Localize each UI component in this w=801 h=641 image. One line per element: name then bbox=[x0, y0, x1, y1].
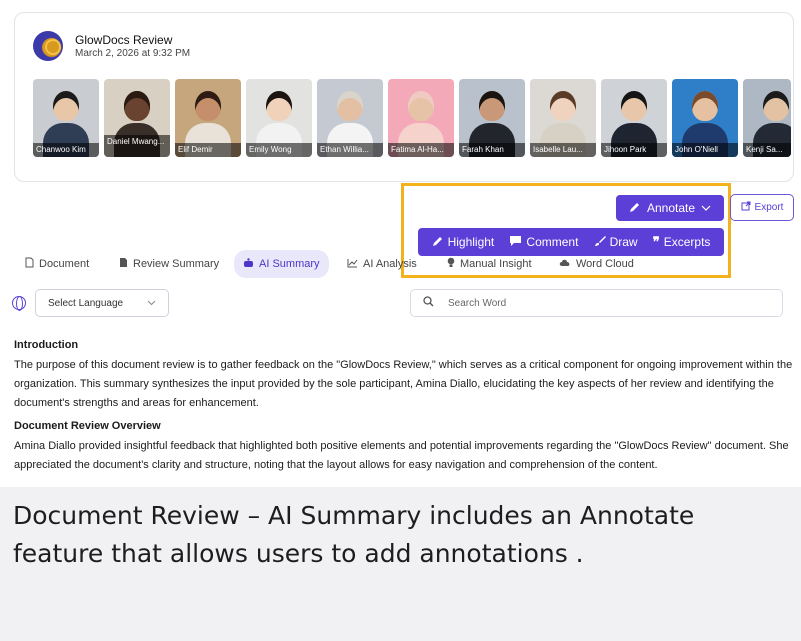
participant-name: Jihoon Park bbox=[601, 143, 667, 157]
section-heading: Document Review Overview bbox=[14, 420, 161, 432]
avatar bbox=[621, 91, 647, 121]
participant-tile[interactable]: Ethan Willia... bbox=[317, 79, 383, 157]
participant-tile[interactable]: Fatima Al-Ha... bbox=[388, 79, 454, 157]
annotate-label: Annotate bbox=[646, 201, 696, 215]
quote-icon: ❞ bbox=[652, 234, 660, 249]
avatar bbox=[195, 91, 221, 121]
language-select-value: Select Language bbox=[48, 297, 124, 309]
avatar bbox=[124, 91, 150, 121]
tab-ai-summary[interactable]: AI Summary bbox=[234, 250, 329, 278]
participant-tile[interactable]: Daniel Mwang... bbox=[104, 79, 170, 157]
search-input[interactable]: Search Word bbox=[410, 289, 783, 317]
document-icon bbox=[25, 257, 34, 271]
tab-label: Word Cloud bbox=[576, 258, 634, 270]
avatar bbox=[763, 91, 789, 121]
search-icon bbox=[423, 296, 434, 310]
language-select[interactable]: Select Language bbox=[35, 289, 169, 317]
participant-name: Fatima Al-Ha... bbox=[388, 143, 454, 157]
avatar bbox=[266, 91, 292, 121]
comment-icon bbox=[509, 235, 522, 250]
participant-name: Ethan Willia... bbox=[317, 143, 383, 157]
avatar bbox=[337, 91, 363, 121]
participant-name: Farah Khan bbox=[459, 143, 525, 157]
pen-icon bbox=[432, 235, 444, 250]
tab-label: Review Summary bbox=[133, 258, 220, 270]
participant-tile[interactable]: John O'Niell bbox=[672, 79, 738, 157]
brush-icon bbox=[594, 235, 606, 250]
summary-icon bbox=[119, 257, 128, 271]
comment-label: Comment bbox=[526, 235, 579, 249]
avatar bbox=[479, 91, 505, 121]
caption-panel: Document Review – AI Summary includes an… bbox=[0, 487, 801, 641]
participant-tile[interactable]: Jihoon Park bbox=[601, 79, 667, 157]
draw-menu-item[interactable]: Draw bbox=[594, 235, 638, 250]
excerpts-menu-item[interactable]: ❞ Excerpts bbox=[653, 234, 711, 250]
participant-name: Emily Wong bbox=[246, 143, 312, 157]
participant-name: Daniel Mwang... bbox=[104, 135, 170, 157]
intro-paragraph: The purpose of this document review is t… bbox=[14, 359, 793, 409]
tab-word-cloud[interactable]: Word Cloud bbox=[550, 250, 643, 278]
review-date: March 2, 2026 at 9:32 PM bbox=[75, 48, 191, 59]
participant-tile[interactable]: Farah Khan bbox=[459, 79, 525, 157]
tab-manual-insight[interactable]: Manual Insight bbox=[438, 250, 541, 278]
highlight-menu-item[interactable]: Highlight bbox=[432, 235, 495, 250]
participant-name: Elif Demir bbox=[175, 143, 241, 157]
excerpts-label: Excerpts bbox=[663, 235, 711, 249]
tab-label: Manual Insight bbox=[460, 258, 532, 270]
glowdocs-logo-icon bbox=[33, 31, 63, 61]
participant-name: John O'Niell bbox=[672, 143, 738, 157]
tab-label: AI Analysis bbox=[363, 258, 417, 270]
ai-icon bbox=[243, 257, 254, 271]
chevron-down-icon bbox=[701, 201, 711, 215]
export-button[interactable]: Export bbox=[730, 194, 794, 221]
participant-tile[interactable]: Isabelle Lau... bbox=[530, 79, 596, 157]
section-heading: Introduction bbox=[14, 339, 79, 351]
export-label: Export bbox=[754, 202, 784, 213]
globe-icon bbox=[12, 296, 26, 311]
participant-tile[interactable]: Kenji Sa... bbox=[743, 79, 791, 157]
participant-tile[interactable]: Elif Demir bbox=[175, 79, 241, 157]
review-title: GlowDocs Review bbox=[75, 33, 173, 47]
tab-document[interactable]: Document bbox=[16, 250, 98, 278]
export-icon bbox=[741, 201, 751, 214]
overview-paragraph: Amina Diallo provided insightful feedbac… bbox=[14, 440, 789, 471]
participant-tile[interactable]: Emily Wong bbox=[246, 79, 312, 157]
highlight-label: Highlight bbox=[447, 235, 495, 249]
tab-ai-analysis[interactable]: AI Analysis bbox=[338, 250, 426, 278]
participant-tile[interactable]: Chanwoo Kim bbox=[33, 79, 99, 157]
chart-icon bbox=[347, 258, 358, 271]
avatar bbox=[53, 91, 79, 121]
caption-text: Document Review – AI Summary includes an… bbox=[13, 501, 695, 568]
tab-review-summary[interactable]: Review Summary bbox=[110, 250, 228, 278]
participant-name: Chanwoo Kim bbox=[33, 143, 99, 157]
draw-label: Draw bbox=[609, 235, 638, 249]
participant-name: Kenji Sa... bbox=[743, 143, 791, 157]
chevron-down-icon bbox=[147, 298, 156, 309]
participant-name: Isabelle Lau... bbox=[530, 143, 596, 157]
cloud-icon bbox=[559, 258, 571, 270]
review-header-card: GlowDocs Review March 2, 2026 at 9:32 PM… bbox=[14, 12, 794, 182]
ai-summary-content: Introduction The purpose of this documen… bbox=[14, 336, 794, 479]
pen-icon bbox=[629, 201, 641, 216]
bulb-icon bbox=[447, 257, 455, 271]
avatar bbox=[550, 91, 576, 121]
tab-label: AI Summary bbox=[259, 258, 320, 270]
comment-menu-item[interactable]: Comment bbox=[509, 235, 578, 250]
search-placeholder: Search Word bbox=[448, 297, 507, 309]
annotate-button[interactable]: Annotate bbox=[616, 195, 724, 221]
avatar bbox=[408, 91, 434, 121]
avatar bbox=[692, 91, 718, 121]
tab-label: Document bbox=[39, 258, 90, 270]
